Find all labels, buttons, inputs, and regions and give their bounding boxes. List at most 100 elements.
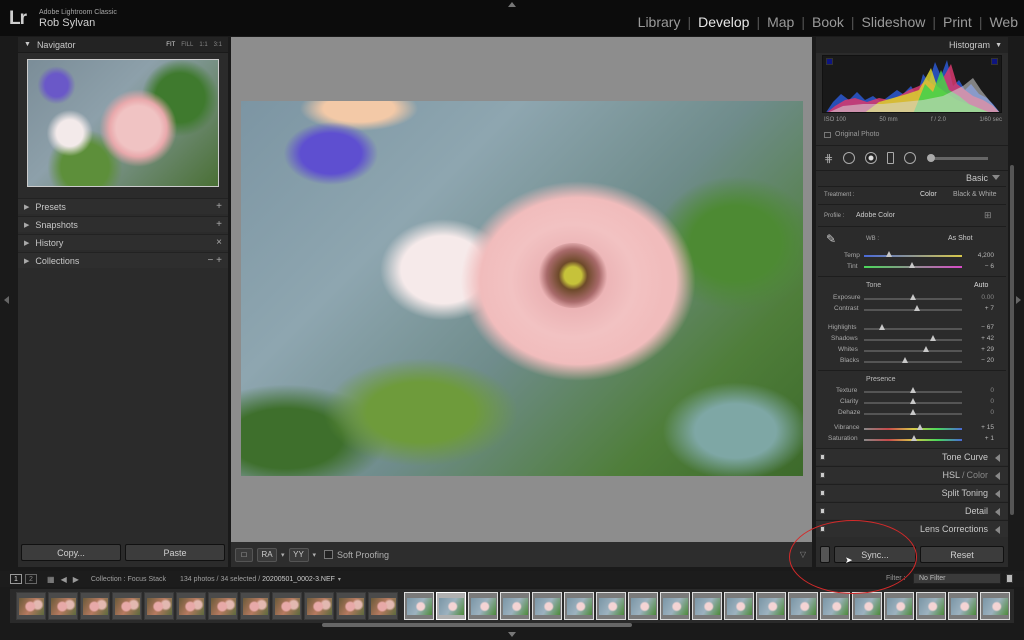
add-preset-icon[interactable]: + xyxy=(216,201,228,212)
filmstrip-thumbnail[interactable] xyxy=(144,592,174,620)
panel-tone-curve[interactable]: Tone Curve xyxy=(816,448,1008,465)
filmstrip-thumbnail[interactable] xyxy=(500,592,530,620)
zoom-3-1[interactable]: 3:1 xyxy=(214,42,222,48)
temp-slider[interactable] xyxy=(864,255,962,257)
adjustment-brush-slider[interactable] xyxy=(927,153,989,162)
chevron-down-icon[interactable]: ▾ xyxy=(313,551,317,559)
clarity-slider-knob[interactable] xyxy=(910,398,916,404)
triangle-down-icon[interactable] xyxy=(992,175,1000,180)
filmstrip-thumbnail[interactable] xyxy=(788,592,818,620)
module-map[interactable]: Map xyxy=(767,14,794,30)
paste-button[interactable]: Paste xyxy=(125,544,225,561)
reset-button[interactable]: Reset xyxy=(920,546,1004,563)
temp-value[interactable]: 4,200 xyxy=(978,252,994,259)
shadows-value[interactable]: + 42 xyxy=(981,335,994,342)
module-book[interactable]: Book xyxy=(812,14,844,30)
filmstrip-thumbnail[interactable] xyxy=(112,592,142,620)
contrast-value[interactable]: + 7 xyxy=(985,305,994,312)
panel-toggle-switch[interactable] xyxy=(820,454,825,460)
temp-slider-knob[interactable] xyxy=(886,251,892,257)
vibrance-slider-knob[interactable] xyxy=(917,424,923,430)
panel-history[interactable]: ▶ History × xyxy=(18,234,228,250)
panel-presets[interactable]: ▶ Presets + xyxy=(18,198,228,214)
basic-title[interactable]: Basic xyxy=(966,173,988,183)
filter-lock-icon[interactable] xyxy=(1006,574,1013,583)
module-web[interactable]: Web xyxy=(989,14,1018,30)
filmstrip-thumbnail[interactable] xyxy=(564,592,594,620)
source-collection[interactable]: Collection : Focus Stack xyxy=(91,576,166,583)
panel-hsl-color[interactable]: HSL / Color xyxy=(816,466,1008,483)
before-after-icon[interactable]: RA xyxy=(257,547,277,562)
forward-arrow-icon[interactable]: ▶ xyxy=(73,575,79,584)
collapse-left-arrow-icon[interactable] xyxy=(4,296,9,304)
grid-view-icon[interactable]: ▦ xyxy=(47,575,55,584)
filmstrip-thumbnail[interactable] xyxy=(596,592,626,620)
shadows-slider[interactable] xyxy=(864,339,962,341)
treatment-black-white[interactable]: Black & White xyxy=(953,191,997,198)
module-library[interactable]: Library xyxy=(638,14,681,30)
vibrance-slider[interactable] xyxy=(864,428,962,430)
profile-browser-icon[interactable]: ⊞ xyxy=(984,210,992,221)
filter-select[interactable]: No Filter xyxy=(913,573,1001,584)
histogram[interactable] xyxy=(822,55,1002,113)
saturation-value[interactable]: + 1 xyxy=(985,435,994,442)
highlight-clipping-icon[interactable] xyxy=(991,58,998,65)
whites-slider[interactable] xyxy=(864,350,962,352)
filmstrip-thumbnail[interactable] xyxy=(948,592,978,620)
panel-toggle-switch[interactable] xyxy=(820,472,825,478)
filmstrip-thumbnail[interactable] xyxy=(916,592,946,620)
panel-toggle-switch[interactable] xyxy=(820,490,825,496)
shadows-slider-knob[interactable] xyxy=(930,335,936,341)
filmstrip-thumbnail[interactable] xyxy=(884,592,914,620)
module-print[interactable]: Print xyxy=(943,14,972,30)
zoom-1-1[interactable]: 1:1 xyxy=(199,42,207,48)
filmstrip-thumbnail[interactable] xyxy=(176,592,206,620)
tint-value[interactable]: − 6 xyxy=(985,263,994,270)
collapse-bottom-arrow-icon[interactable] xyxy=(508,632,516,637)
clear-history-icon[interactable]: × xyxy=(216,237,228,248)
filmstrip-thumbnail[interactable] xyxy=(16,592,46,620)
add-snapshot-icon[interactable]: + xyxy=(216,219,228,230)
filmstrip-thumbnail[interactable] xyxy=(240,592,270,620)
main-window-button[interactable]: 1 xyxy=(10,574,22,584)
radial-filter-icon[interactable] xyxy=(904,152,917,164)
zoom-fill[interactable]: FILL xyxy=(181,42,193,48)
filmstrip-thumbnail[interactable] xyxy=(820,592,850,620)
collapse-right-arrow-icon[interactable] xyxy=(1016,296,1021,304)
right-panel-scrollbar[interactable] xyxy=(1010,165,1014,515)
texture-slider-knob[interactable] xyxy=(910,387,916,393)
dehaze-value[interactable]: 0 xyxy=(990,409,994,416)
whites-slider-knob[interactable] xyxy=(923,346,929,352)
filmstrip-thumbnail[interactable] xyxy=(980,592,1010,620)
collection-add-remove-icon[interactable]: − + xyxy=(208,255,228,266)
module-develop[interactable]: Develop xyxy=(698,14,749,30)
before-after-swap-icon[interactable]: YY xyxy=(288,547,309,562)
treatment-color[interactable]: Color xyxy=(920,191,937,198)
panel-detail[interactable]: Detail xyxy=(816,502,1008,519)
filmstrip-thumbnail[interactable] xyxy=(304,592,334,620)
blacks-value[interactable]: − 20 xyxy=(981,357,994,364)
panel-snapshots[interactable]: ▶ Snapshots + xyxy=(18,216,228,232)
highlights-slider-knob[interactable] xyxy=(879,324,885,330)
texture-value[interactable]: 0 xyxy=(990,387,994,394)
filmstrip-thumbnail[interactable] xyxy=(48,592,78,620)
zoom-fit[interactable]: FIT xyxy=(166,42,175,48)
filmstrip-thumbnail[interactable] xyxy=(468,592,498,620)
filmstrip-thumbnail[interactable] xyxy=(660,592,690,620)
filmstrip-thumbnail[interactable] xyxy=(628,592,658,620)
collapse-top-arrow-icon[interactable] xyxy=(508,2,516,7)
spot-removal-icon[interactable] xyxy=(843,152,856,164)
filmstrip-thumbnail[interactable] xyxy=(756,592,786,620)
whites-value[interactable]: + 29 xyxy=(981,346,994,353)
wb-select[interactable]: As Shot xyxy=(948,235,973,242)
filmstrip-thumbnail[interactable] xyxy=(336,592,366,620)
chevron-down-icon[interactable]: ▾ xyxy=(338,576,341,583)
navigator-header[interactable]: ▼ Navigator FIT FILL 1:1 3:1 xyxy=(18,37,228,53)
blacks-slider[interactable] xyxy=(864,361,962,363)
filmstrip-thumbnail[interactable] xyxy=(368,592,398,620)
exposure-value[interactable]: 0.00 xyxy=(981,294,994,301)
highlights-value[interactable]: − 67 xyxy=(981,324,994,331)
filmstrip-thumbnail[interactable] xyxy=(272,592,302,620)
blacks-slider-knob[interactable] xyxy=(902,357,908,363)
vibrance-value[interactable]: + 15 xyxy=(981,424,994,431)
